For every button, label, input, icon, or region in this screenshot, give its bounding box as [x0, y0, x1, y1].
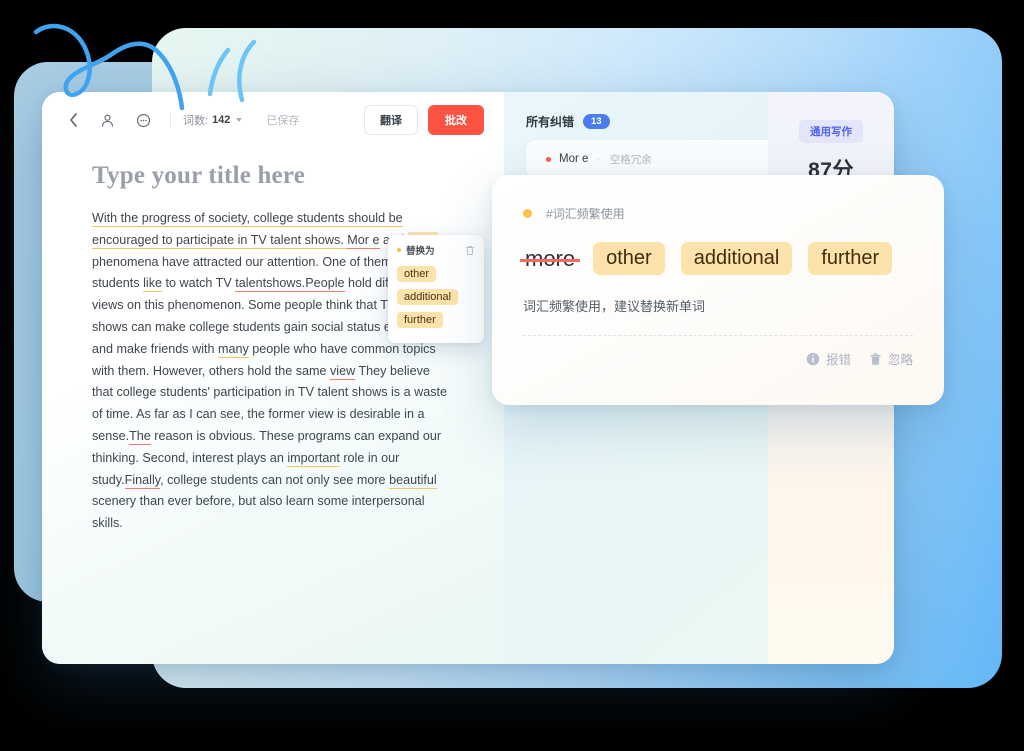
suggestion-row: more other additional further: [519, 242, 913, 275]
suggestion-card: #词汇频繁使用 more other additional further 词汇频繁…: [492, 175, 944, 405]
suggestion-actions: 报错 忽略: [523, 349, 913, 368]
corrections-title: 所有纠错: [526, 115, 575, 129]
corrections-count-badge: 13: [583, 113, 610, 130]
inline-replace-popup[interactable]: 替换为 other additional further: [388, 235, 484, 343]
inline-replace-header: 替换为: [397, 243, 475, 257]
body-text-flagged[interactable]: beautiful: [389, 472, 437, 489]
body-text-flagged[interactable]: Finally: [124, 472, 161, 489]
suggestion-chips: other additional further: [593, 242, 893, 275]
body-text-flagged[interactable]: important: [287, 450, 340, 467]
amber-dot-icon: [523, 209, 532, 218]
correct-button[interactable]: 批改: [428, 105, 484, 135]
word-count-value: 142: [212, 114, 231, 126]
amber-dot-icon: [397, 248, 401, 252]
correction-separator: ·: [597, 153, 601, 165]
body-text-flagged[interactable]: view: [330, 363, 356, 380]
body-text-run: , college students can not only see more: [160, 472, 390, 487]
replace-option-chip[interactable]: other: [397, 266, 437, 282]
body-text-flagged[interactable]: Mor e: [347, 232, 380, 249]
translate-button[interactable]: 翻译: [364, 105, 418, 135]
body-text-flagged[interactable]: The: [129, 428, 151, 445]
document-title-input[interactable]: Type your title here: [42, 148, 504, 190]
original-word: more: [519, 245, 581, 271]
ignore-label: 忽略: [887, 353, 913, 367]
editor-toolbar: 词数: 142 已保存 翻译 批改: [42, 92, 504, 148]
suggestion-chip[interactable]: further: [808, 242, 893, 275]
suggestion-chip[interactable]: additional: [680, 242, 793, 275]
screenshot-root: 词数: 142 已保存 翻译 批改 Type your title here W…: [0, 0, 1024, 751]
inline-replace-options: other additional further: [397, 264, 475, 333]
suggestion-card-header: #词汇频繁使用: [523, 205, 913, 222]
saved-status: 已保存: [266, 115, 300, 127]
inline-replace-label: 替换为: [406, 246, 435, 257]
editor-pane: 词数: 142 已保存 翻译 批改 Type your title here W…: [42, 92, 504, 664]
more-circle-icon[interactable]: [130, 107, 156, 133]
chevron-down-icon[interactable]: [236, 118, 243, 122]
word-count-label: 词数:: [183, 115, 209, 127]
replace-option-chip[interactable]: additional: [397, 289, 459, 305]
user-icon[interactable]: [94, 107, 120, 133]
suggestion-divider: [523, 335, 913, 336]
correction-word: Mor e: [559, 153, 589, 165]
suggestion-category-tag: #词汇频繁使用: [546, 207, 625, 221]
body-text-flagged[interactable]: talentshows.People: [235, 276, 345, 293]
ignore-button[interactable]: 忽略: [869, 349, 913, 368]
body-text-run: to watch TV: [162, 276, 236, 291]
replace-option-chip[interactable]: further: [397, 312, 443, 328]
correction-tag: 空格冗余: [609, 153, 652, 166]
severity-dot-icon: [546, 156, 551, 162]
suggestion-description: 词汇频繁使用，建议替换新单词: [523, 299, 706, 314]
report-button[interactable]: 报错: [806, 349, 851, 368]
word-count[interactable]: 词数: 142: [183, 112, 243, 128]
chevron-left-icon[interactable]: [60, 107, 86, 133]
report-label: 报错: [825, 353, 851, 367]
body-text-run: scenery than ever before, but also learn…: [92, 494, 425, 531]
body-text-flagged[interactable]: like: [143, 276, 163, 293]
trash-icon[interactable]: [465, 245, 475, 256]
trash-icon: [870, 352, 881, 365]
score-type-badge: 通用写作: [799, 120, 863, 143]
info-icon: [806, 352, 820, 365]
toolbar-actions: 翻译 批改: [364, 105, 486, 135]
body-text-flagged[interactable]: many: [218, 341, 249, 358]
suggestion-chip[interactable]: other: [593, 242, 665, 275]
toolbar-divider: [170, 112, 171, 128]
